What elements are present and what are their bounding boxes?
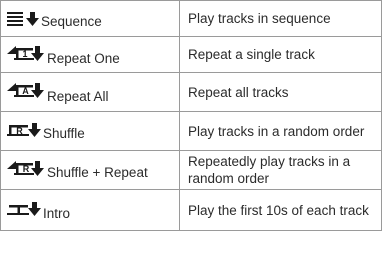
mode-cell: Sequence bbox=[0, 0, 180, 37]
shuffle-repeat-letter: R bbox=[23, 164, 30, 174]
mode-label: Repeat One bbox=[47, 51, 120, 66]
table-row: 1 Repeat One Repeat a single track bbox=[0, 36, 382, 73]
sequence-icon bbox=[7, 9, 41, 29]
mode-description: Repeat all tracks bbox=[188, 84, 289, 100]
description-cell: Play tracks in a random order bbox=[179, 111, 382, 151]
mode-description: Play the first 10s of each track bbox=[188, 202, 369, 218]
description-cell: Play tracks in sequence bbox=[179, 0, 382, 37]
mode-description: Play tracks in sequence bbox=[188, 11, 331, 26]
mode-cell: Intro bbox=[0, 189, 180, 231]
mode-cell: 1 Repeat One bbox=[0, 36, 180, 73]
mode-description: Play tracks in a random order bbox=[188, 123, 365, 139]
mode-cell: R Shuffle + Repeat bbox=[0, 150, 180, 190]
mode-cell: A Repeat All bbox=[0, 72, 180, 112]
shuffle-icon: R bbox=[7, 120, 43, 142]
intro-icon bbox=[7, 199, 43, 221]
repeat-one-letter: 1 bbox=[22, 49, 27, 59]
repeat-all-icon: A bbox=[7, 81, 47, 103]
mode-label: Sequence bbox=[41, 14, 102, 29]
description-cell: Repeatedly play tracks in a random order bbox=[179, 150, 382, 190]
shuffle-letter: R bbox=[16, 126, 23, 136]
table-row: Intro Play the first 10s of each track bbox=[0, 189, 382, 231]
table-row: R Shuffle Play tracks in a random order bbox=[0, 111, 382, 151]
mode-label: Shuffle + Repeat bbox=[47, 164, 148, 180]
mode-label: Intro bbox=[43, 205, 71, 221]
table-row: A Repeat All Repeat all tracks bbox=[0, 72, 382, 112]
table-row: R Shuffle + Repeat Repeatedly play track… bbox=[0, 150, 382, 190]
repeat-all-letter: A bbox=[22, 86, 29, 96]
repeat-one-icon: 1 bbox=[7, 44, 47, 66]
mode-label: Shuffle bbox=[43, 125, 85, 141]
description-cell: Repeat all tracks bbox=[179, 72, 382, 112]
table-row: Sequence Play tracks in sequence bbox=[0, 0, 382, 37]
mode-label: Repeat All bbox=[47, 88, 109, 104]
mode-cell: R Shuffle bbox=[0, 111, 180, 151]
description-cell: Repeat a single track bbox=[179, 36, 382, 73]
playback-modes-table: Sequence Play tracks in sequence 1 Repea… bbox=[0, 0, 382, 231]
mode-description: Repeat a single track bbox=[188, 47, 315, 62]
description-cell: Play the first 10s of each track bbox=[179, 189, 382, 231]
mode-description: Repeatedly play tracks in a random order bbox=[188, 154, 351, 186]
shuffle-repeat-icon: R bbox=[7, 159, 47, 181]
